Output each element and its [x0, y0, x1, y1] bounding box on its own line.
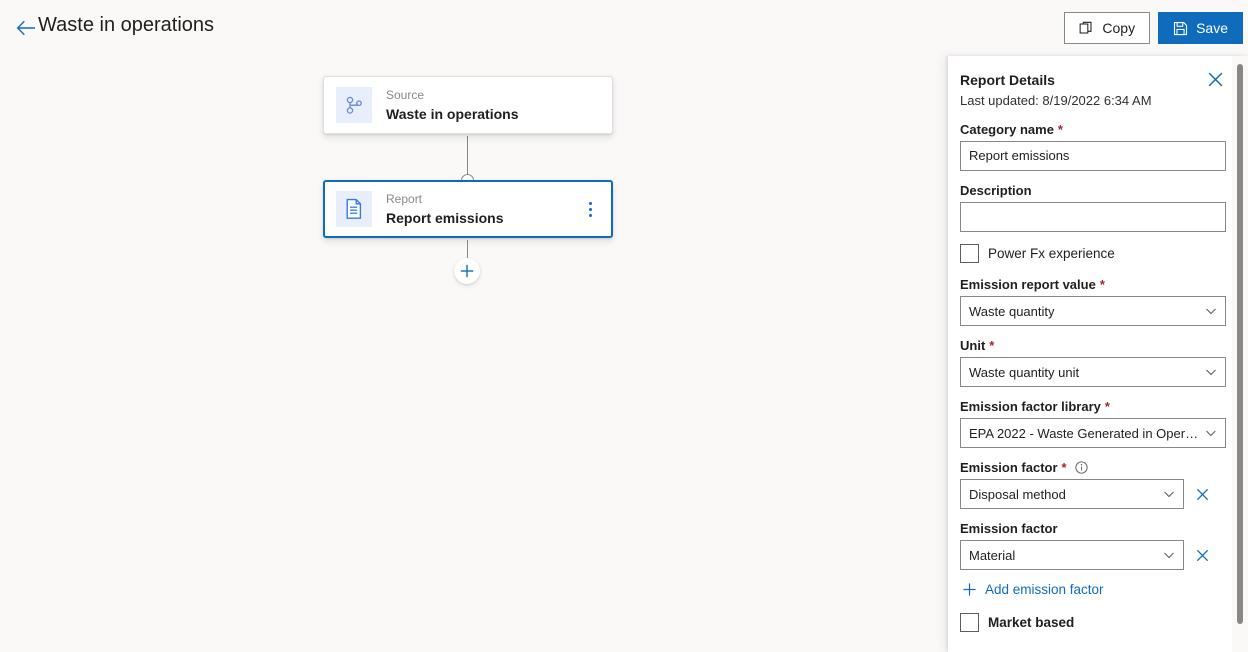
close-icon [1196, 549, 1208, 561]
emission-factor-2-selected: Material [969, 547, 1016, 563]
chevron-down-icon [1164, 491, 1174, 498]
flow-node-source-text: Source Waste in operations [386, 88, 600, 123]
flow-node-report[interactable]: Report Report emissions [323, 180, 613, 238]
panel-scrollbar-track[interactable] [1232, 56, 1248, 652]
emission-factor-1-row: Disposal method [960, 479, 1226, 509]
market-based-label: Market based [988, 615, 1075, 630]
report-details-panel-content: Report Details Last updated: 8/19/2022 6… [948, 56, 1240, 652]
add-node-button[interactable] [454, 258, 480, 284]
report-details-panel: Report Details Last updated: 8/19/2022 6… [948, 56, 1248, 652]
emission-report-value-dropdown[interactable]: Waste quantity [960, 296, 1226, 326]
chevron-down-icon [1164, 552, 1174, 559]
power-fx-experience-label: Power Fx experience [988, 246, 1115, 261]
market-based-checkbox-row[interactable]: Market based [960, 613, 1226, 632]
chevron-down-icon [1206, 369, 1216, 376]
category-name-label: Category name * [960, 122, 1226, 137]
required-asterisk: * [1099, 277, 1105, 292]
save-disk-icon [1173, 21, 1188, 36]
emission-factor-2-label-text: Emission factor [960, 521, 1058, 536]
more-vertical-icon-dot [588, 213, 592, 217]
copy-icon [1079, 21, 1094, 36]
close-icon [1208, 72, 1222, 86]
emission-factor-2-row: Material [960, 540, 1226, 570]
flow-node-source-kind: Source [386, 87, 425, 102]
last-updated-text: Last updated: 8/19/2022 6:34 AM [960, 93, 1152, 108]
emission-factor-library-dropdown[interactable]: EPA 2022 - Waste Generated in Opera... [960, 418, 1226, 448]
description-input[interactable] [960, 202, 1226, 232]
save-button[interactable]: Save [1158, 12, 1243, 44]
add-emission-factor-button[interactable]: Add emission factor [962, 582, 1226, 597]
required-asterisk: * [1061, 460, 1067, 475]
copy-button-label: Copy [1102, 20, 1136, 36]
flow-canvas[interactable]: Source Waste in operations Report Report… [0, 56, 948, 652]
panel-title: Report Details [960, 72, 1055, 88]
required-asterisk: * [989, 338, 995, 353]
app-root: Waste in operations Copy Save Source Was… [0, 0, 1248, 652]
chevron-down-icon [1206, 308, 1216, 315]
emission-report-value-label-text: Emission report value [960, 277, 1096, 292]
unit-label: Unit * [960, 338, 1226, 353]
close-icon [1196, 488, 1208, 500]
arrow-left-icon [16, 20, 35, 36]
emission-report-value-label: Emission report value * [960, 277, 1226, 292]
unit-label-text: Unit [960, 338, 986, 353]
panel-close-button[interactable] [1204, 68, 1226, 90]
document-icon [336, 191, 372, 227]
top-command-bar: Waste in operations Copy Save [0, 0, 1248, 56]
more-vertical-icon-dot [588, 201, 592, 205]
plus-icon [460, 264, 474, 278]
emission-factor-library-label-text: Emission factor library [960, 399, 1101, 414]
required-asterisk: * [1104, 399, 1110, 414]
copy-button[interactable]: Copy [1064, 12, 1151, 44]
flow-node-source-name: Waste in operations [386, 105, 519, 122]
flow-node-source[interactable]: Source Waste in operations [323, 76, 613, 134]
panel-header: Report Details [960, 70, 1226, 90]
emission-factor-2-dropdown[interactable]: Material [960, 540, 1184, 570]
emission-factor-2-remove-button[interactable] [1192, 545, 1212, 565]
flow-node-report-kind: Report [386, 191, 423, 206]
plus-icon [963, 583, 976, 596]
emission-factor-library-selected: EPA 2022 - Waste Generated in Opera... [969, 425, 1204, 441]
category-name-input[interactable]: Report emissions [960, 141, 1226, 171]
emission-factor-1-label: Emission factor * [960, 460, 1226, 475]
market-based-checkbox[interactable] [960, 613, 979, 632]
unit-selected: Waste quantity unit [969, 364, 1080, 380]
add-emission-factor-label: Add emission factor [985, 582, 1104, 597]
info-icon[interactable] [1074, 461, 1088, 474]
emission-factor-1-selected: Disposal method [969, 486, 1066, 502]
more-vertical-icon-dot [588, 207, 592, 211]
power-fx-experience-checkbox-row[interactable]: Power Fx experience [960, 244, 1226, 263]
emission-report-value-selected: Waste quantity [969, 303, 1055, 319]
power-fx-experience-checkbox[interactable] [960, 244, 979, 263]
flow-node-report-name: Report emissions [386, 209, 504, 226]
emission-factor-library-label: Emission factor library * [960, 399, 1226, 414]
panel-scrollbar-thumb[interactable] [1237, 64, 1243, 624]
emission-factor-1-label-text: Emission factor [960, 460, 1058, 475]
page-title: Waste in operations [38, 14, 215, 36]
flow-node-report-text: Report Report emissions [386, 192, 580, 227]
emission-factor-2-label: Emission factor [960, 521, 1226, 536]
category-name-label-text: Category name [960, 122, 1054, 137]
flow-node-report-overflow-menu[interactable] [580, 197, 600, 221]
branch-icon [336, 87, 372, 123]
description-label: Description [960, 183, 1226, 198]
unit-dropdown[interactable]: Waste quantity unit [960, 357, 1226, 387]
emission-factor-1-remove-button[interactable] [1192, 484, 1212, 504]
topbar-actions: Copy Save [1064, 12, 1243, 44]
required-asterisk: * [1057, 122, 1063, 137]
save-button-label: Save [1196, 20, 1228, 36]
chevron-down-icon [1206, 430, 1216, 437]
back-button[interactable] [14, 16, 38, 40]
description-label-text: Description [960, 183, 1032, 198]
emission-factor-1-dropdown[interactable]: Disposal method [960, 479, 1184, 509]
